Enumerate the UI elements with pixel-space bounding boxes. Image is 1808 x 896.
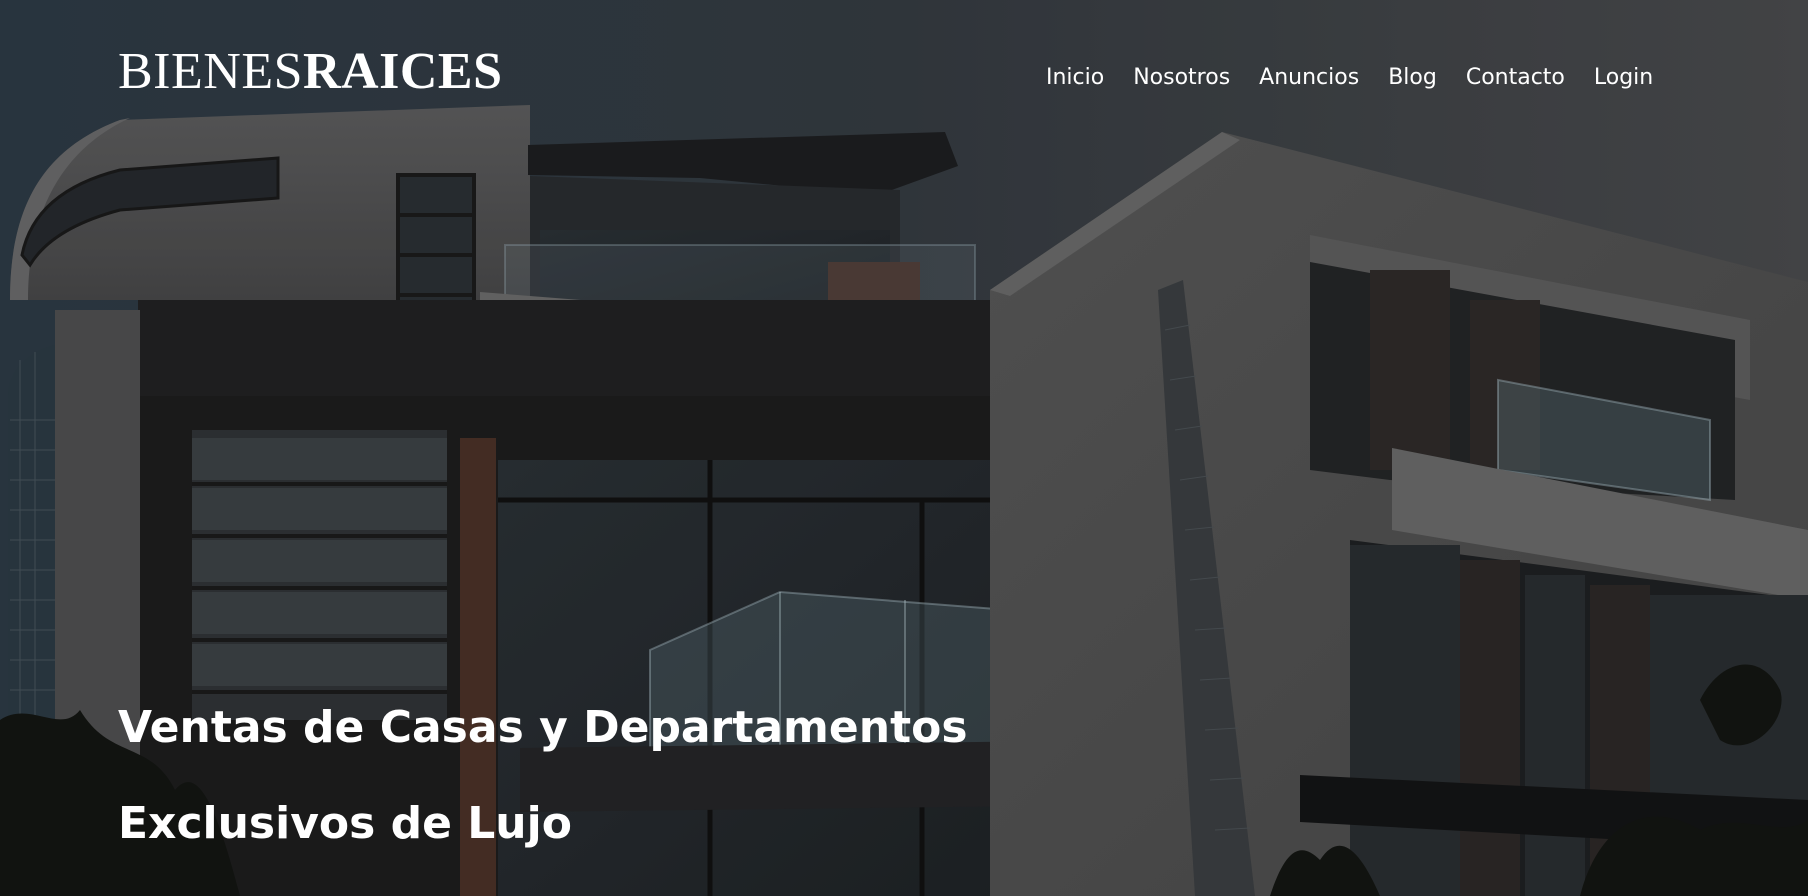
nav-link-anuncios[interactable]: Anuncios: [1259, 60, 1359, 96]
site-logo[interactable]: BIENESRAICES: [118, 42, 503, 102]
nav-link-nosotros[interactable]: Nosotros: [1133, 60, 1230, 96]
hero-headline: Ventas de Casas y Departamentos Exclusiv…: [118, 680, 1098, 872]
nav-link-inicio[interactable]: Inicio: [1046, 60, 1104, 96]
nav-link-login[interactable]: Login: [1594, 60, 1653, 96]
nav-link-blog[interactable]: Blog: [1388, 60, 1437, 96]
nav-link-contacto[interactable]: Contacto: [1466, 60, 1565, 96]
site-header: BIENESRAICES Inicio Nosotros Anuncios Bl…: [0, 0, 1808, 160]
hero-headline-line-2: Exclusivos de Lujo: [118, 798, 572, 849]
logo-text-light: BIENES: [118, 43, 303, 100]
main-navigation: Inicio Nosotros Anuncios Blog Contacto L…: [1046, 60, 1653, 96]
hero-section: BIENESRAICES Inicio Nosotros Anuncios Bl…: [0, 0, 1808, 896]
logo-text-bold: RAICES: [303, 43, 503, 100]
hero-headline-line-1: Ventas de Casas y Departamentos: [118, 702, 968, 753]
